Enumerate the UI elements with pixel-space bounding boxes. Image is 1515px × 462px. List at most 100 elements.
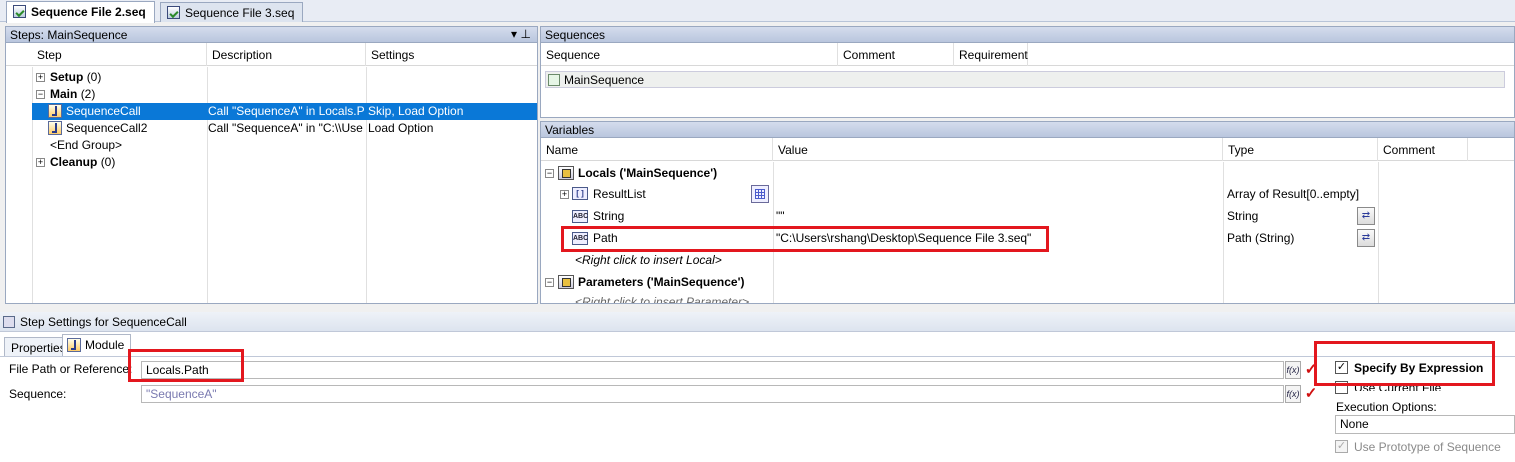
insert-local-row[interactable]: <Right click to insert Local> (541, 252, 1511, 269)
column-settings[interactable]: Settings (366, 43, 537, 66)
column-comment[interactable]: Comment (838, 43, 954, 66)
tab-label: Module (85, 338, 125, 352)
browse-type-icon[interactable]: ⇄ (1357, 229, 1375, 247)
sequence-file-icon (167, 6, 180, 19)
step-settings-title: Step Settings for SequenceCall (20, 315, 187, 329)
column-sequence[interactable]: Sequence (541, 43, 838, 66)
column-description[interactable]: Description (207, 43, 366, 66)
parameters-label: Parameters ('MainSequence') (578, 275, 745, 289)
column-type[interactable]: Type (1223, 138, 1378, 161)
sequence-file-icon (13, 5, 26, 18)
step-settings-icon (3, 316, 15, 328)
step-settings: Skip, Load Option (368, 104, 464, 118)
insert-parameter-row[interactable]: <Right click to insert Parameter> (541, 294, 1511, 303)
array-editor-icon[interactable] (751, 185, 769, 203)
sequences-pane: Sequences Sequence Comment Requirement M… (540, 26, 1515, 118)
table-row[interactable]: SequenceCall Call "SequenceA" in Locals.… (32, 103, 537, 120)
module-icon (67, 338, 81, 352)
expression-browser-icon[interactable]: f(x) (1285, 385, 1301, 403)
doc-tab-sequence-file-3[interactable]: Sequence File 3.seq (160, 2, 304, 22)
collapse-minus-icon[interactable]: − (545, 278, 554, 287)
pin-icon[interactable]: ⊥ (521, 27, 531, 41)
group-name: Cleanup (50, 155, 98, 169)
use-current-file-checkbox[interactable] (1335, 381, 1348, 394)
insert-local-hint: <Right click to insert Local> (575, 253, 722, 267)
collapse-minus-icon[interactable]: − (545, 169, 554, 178)
specify-by-expression-label: Specify By Expression (1354, 361, 1484, 375)
steps-column-header: Step Description Settings (6, 43, 537, 66)
execution-options-label: Execution Options: (1336, 400, 1437, 414)
locals-group[interactable]: − Locals ('MainSequence') (541, 165, 1511, 182)
group-count: (0) (100, 155, 116, 169)
table-row[interactable]: ABC String "" String ⇄ (541, 207, 1511, 225)
dropdown-arrow-icon[interactable]: ▾ (511, 27, 517, 41)
array-icon: [ ] (572, 187, 588, 200)
end-group-row[interactable]: <End Group> (32, 137, 537, 154)
file-path-label: File Path or Reference: (9, 362, 133, 376)
tab-module[interactable]: Module (62, 334, 132, 357)
expand-plus-icon[interactable]: + (36, 73, 45, 82)
execution-options-select[interactable]: None (1335, 415, 1515, 434)
file-path-field[interactable]: Locals.Path (141, 361, 1284, 379)
group-name: Setup (50, 70, 84, 84)
expression-browser-icon[interactable]: f(x) (1285, 361, 1301, 379)
table-row[interactable]: ABC Path "C:\Users\rshang\Desktop\Sequen… (541, 229, 1511, 247)
collapse-minus-icon[interactable]: − (36, 90, 45, 99)
sequence-label: Sequence: (9, 387, 67, 401)
variables-pane-title: Variables (545, 123, 595, 137)
column-name[interactable]: Name (541, 138, 773, 161)
browse-type-icon[interactable]: ⇄ (1357, 207, 1375, 225)
table-row[interactable]: SequenceCall2 Call "SequenceA" in "C:\\U… (32, 120, 537, 137)
sequence-call-icon (48, 104, 62, 118)
step-name: SequenceCall2 (66, 121, 148, 135)
step-name: SequenceCall (66, 104, 141, 118)
step-description: Call "SequenceA" in "C:\\Use... (208, 121, 364, 135)
parameters-group[interactable]: − Parameters ('MainSequence') (541, 274, 1511, 291)
variable-type: Array of Result[0..empty] (1227, 187, 1360, 201)
column-requirement[interactable]: Requirement (954, 43, 1028, 66)
list-item[interactable]: MainSequence (545, 71, 1505, 88)
group-setup[interactable]: + Setup (0) (6, 69, 537, 86)
group-cleanup[interactable]: + Cleanup (0) (6, 154, 537, 171)
sequences-pane-title: Sequences (545, 28, 606, 42)
sequence-call-icon (48, 121, 62, 135)
variables-column-header: Name Value Type Comment (541, 138, 1514, 161)
sequence-name: MainSequence (564, 73, 645, 87)
tab-label: Properties (11, 341, 66, 355)
expand-plus-icon[interactable]: + (560, 190, 569, 199)
expand-plus-icon[interactable]: + (36, 158, 45, 167)
use-current-file-label: Use Current File (1354, 381, 1442, 391)
sequences-pane-header: Sequences (541, 27, 1514, 43)
column-step[interactable]: Step (32, 43, 207, 66)
doc-tab-sequence-file-2[interactable]: Sequence File 2.seq (6, 1, 155, 23)
group-main[interactable]: − Main (2) (6, 86, 537, 103)
doc-tab-label: Sequence File 2.seq (31, 5, 146, 19)
check-expression-icon[interactable]: ✓ (1302, 361, 1320, 379)
step-settings-header: Step Settings for SequenceCall (0, 312, 1515, 332)
use-prototype-label: Use Prototype of Sequence (1354, 440, 1501, 454)
variable-name: Path (593, 231, 618, 245)
column-comment[interactable]: Comment (1378, 138, 1468, 161)
column-value[interactable]: Value (773, 138, 1223, 161)
variable-name: ResultList (593, 187, 646, 201)
variable-value: "" (776, 209, 785, 223)
sequence-field[interactable]: "SequenceA" (141, 385, 1284, 403)
variable-value: "C:\Users\rshang\Desktop\Sequence File 3… (776, 231, 1032, 245)
steps-pane-title: Steps: MainSequence (10, 28, 128, 42)
document-tab-bar: Sequence File 2.seq Sequence File 3.seq (0, 0, 1515, 23)
variable-name: String (593, 209, 625, 223)
step-settings: Load Option (368, 121, 434, 135)
locals-icon (558, 166, 574, 180)
use-prototype-checkbox[interactable]: ✓ (1335, 440, 1348, 453)
specify-by-expression-checkbox[interactable]: ✓ (1335, 361, 1348, 374)
check-expression-icon[interactable]: ✓ (1302, 385, 1320, 403)
end-group-label: <End Group> (50, 138, 123, 152)
table-row[interactable]: + [ ] ResultList Array of Result[0..empt… (541, 185, 1511, 203)
variables-pane: Variables Name Value Type Comment − Loca… (540, 121, 1515, 304)
path-icon: ABC (572, 232, 588, 245)
locals-label: Locals ('MainSequence') (578, 166, 718, 180)
variable-type: Path (String) (1227, 231, 1295, 245)
steps-pane: Steps: MainSequence ▾ ⊥ Step Description… (5, 26, 538, 304)
string-icon: ABC (572, 210, 588, 223)
variables-pane-header: Variables (541, 122, 1514, 138)
